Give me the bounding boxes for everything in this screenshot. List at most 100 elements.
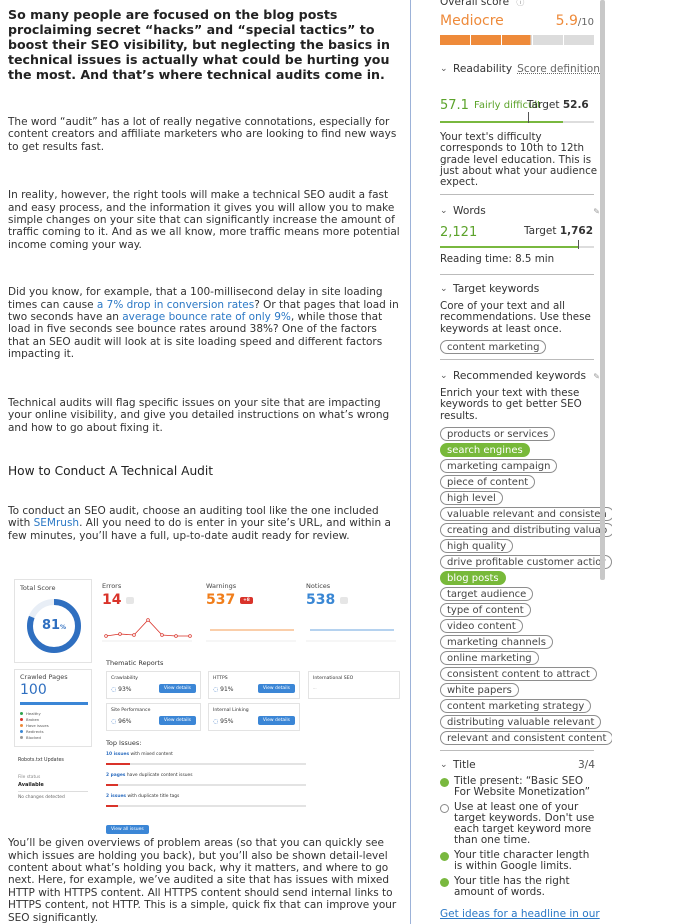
check-icon	[440, 878, 449, 887]
words-bar	[440, 246, 594, 248]
crawled-pages-value: 100	[20, 682, 47, 699]
recommended-keyword-chip[interactable]: high level	[440, 491, 503, 505]
overall-score-bar	[440, 35, 594, 45]
recommended-keywords-header[interactable]: ⌄ Recommended keywords ✎	[440, 370, 600, 382]
article-paragraph: Technical audits will flag specific issu…	[8, 396, 390, 434]
article-paragraph: You’ll be given overviews of problem are…	[8, 837, 397, 924]
view-details-button: View details	[257, 716, 295, 726]
total-score-card: Total Score 81%	[14, 579, 92, 664]
article-paragraph: In reality, however, the right tools wil…	[8, 189, 400, 251]
chevron-down-icon: ⌄	[440, 371, 448, 381]
warnings-trend-chart	[206, 629, 296, 642]
recommended-keyword-chip[interactable]: drive profitable customer actior	[440, 555, 612, 569]
recommended-keyword-chip[interactable]: marketing channels	[440, 635, 553, 649]
warnings-value: 537	[206, 592, 236, 609]
notices-block: Notices 538	[306, 582, 396, 648]
recommended-keyword-chip[interactable]: creating and distributing valuab	[440, 523, 612, 537]
robots-card: Robots.txt Updates File status Available…	[14, 755, 92, 812]
pencil-icon[interactable]: ✎	[593, 207, 600, 216]
title-check-item: Your title character length is within Go…	[440, 850, 600, 872]
column-divider	[410, 0, 411, 924]
readability-bar	[440, 121, 594, 123]
words-value: 2,121	[440, 225, 478, 240]
score-segment	[440, 35, 470, 45]
overall-rating: Mediocre	[440, 13, 504, 29]
chevron-down-icon: ⌄	[440, 64, 448, 74]
target-marker	[528, 112, 529, 123]
site-audit-dashboard-image: Total Score 81% Crawled Pages 100 Health…	[10, 579, 406, 835]
recommended-keyword-chip[interactable]: relevant and consistent content	[440, 731, 612, 745]
recommended-keyword-chip[interactable]: valuable relevant and consisten	[440, 507, 612, 521]
report-card: Internal Linking ◌ 95% View details	[208, 703, 300, 732]
recommended-keyword-chip[interactable]: content marketing strategy	[440, 699, 592, 713]
title-check-item: Use at least one of your target keywords…	[440, 802, 600, 846]
report-card: Site Performance ◌ 96% View details	[106, 703, 201, 732]
recommended-keyword-chip[interactable]: distributing valuable relevant	[440, 715, 602, 729]
score-definition-link[interactable]: Score definition	[517, 63, 600, 75]
title-check-item: Title present: “Basic SEO For Website Mo…	[440, 776, 600, 798]
view-all-issues-button: View all issues	[106, 825, 149, 835]
recommended-keyword-chip[interactable]: marketing campaign	[440, 459, 558, 473]
article-paragraph: To conduct an SEO audit, choose an audit…	[8, 504, 391, 542]
score-segment	[564, 35, 594, 45]
recommended-keywords-list: products or services search engines market…	[440, 426, 612, 746]
recommended-keyword-chip[interactable]: search engines	[440, 443, 530, 457]
check-icon	[440, 778, 449, 787]
recommended-keyword-chip[interactable]: white papers	[440, 683, 519, 697]
total-score-label: Total Score	[20, 584, 56, 593]
notices-value: 538	[306, 592, 336, 609]
unchecked-icon	[440, 804, 449, 813]
semrush-link[interactable]: SEMrush	[34, 517, 79, 529]
target-keywords-header[interactable]: ⌄ Target keywords	[440, 283, 600, 295]
recommended-keyword-chip[interactable]: products or services	[440, 427, 556, 441]
info-icon[interactable]: ⓘ	[516, 0, 524, 7]
report-card: HTTPS ◌ 91% View details	[208, 671, 300, 700]
target-keywords-description: Core of your text and all recommendation…	[440, 300, 591, 335]
view-details-button: View details	[257, 684, 295, 694]
readability-header[interactable]: ⌄ Readability Score definition	[440, 63, 600, 75]
recommended-keyword-chip[interactable]: blog posts	[440, 571, 506, 585]
bounce-rate-link[interactable]: average bounce rate of only 9%	[122, 311, 291, 323]
seo-assistant-panel: Overall score ⓘ Mediocre 5.9/10 ⌄ Readab…	[432, 0, 612, 924]
recommended-keyword-chip[interactable]: target audience	[440, 587, 534, 601]
title-header[interactable]: ⌄ Title 3/4	[440, 759, 595, 771]
recommended-keyword-chip[interactable]: video content	[440, 619, 523, 633]
recommended-keyword-chip[interactable]: high quality	[440, 539, 514, 553]
recommended-keyword-chip[interactable]: consistent content to attract	[440, 667, 597, 681]
view-details-button: View details	[158, 684, 196, 694]
score-segment	[533, 35, 563, 45]
pencil-icon[interactable]: ✎	[593, 372, 600, 381]
target-keyword-chip[interactable]: content marketing	[440, 340, 547, 354]
title-check-count: 3/4	[577, 759, 595, 771]
readability-target: 52.6	[562, 99, 589, 111]
recommended-keyword-chip[interactable]: type of content	[440, 603, 531, 617]
readability-description: Your text's difficulty corresponds to 10…	[440, 131, 598, 189]
report-card: Crawlability ◌ 93% View details	[106, 671, 201, 700]
score-segment	[471, 35, 501, 45]
headline-ideas-link[interactable]: Get ideas for a headline in our	[440, 908, 600, 920]
notices-trend-chart	[306, 629, 396, 642]
legend-item: Blocked	[20, 735, 88, 741]
errors-trend-chart	[102, 618, 192, 642]
title-checklist: Title present: “Basic SEO For Website Mo…	[440, 772, 600, 898]
article-intro: So many people are focused on the blog p…	[8, 7, 390, 82]
reading-time: Reading time: 8.5 min	[440, 253, 555, 265]
thematic-reports-label: Thematic Reports	[106, 659, 164, 668]
check-icon	[440, 852, 449, 861]
total-score-value: 81	[41, 618, 61, 634]
errors-block: Errors 14	[102, 582, 192, 648]
conversion-rate-link[interactable]: a 7% drop in conversion rates	[97, 299, 254, 311]
overall-score-value: 5.9	[555, 13, 578, 29]
words-header[interactable]: ⌄ Words ✎	[440, 205, 600, 217]
panel-scrollbar[interactable]	[600, 0, 605, 580]
top-issues-list: 10 issues with mixed content 2 pages hav…	[106, 752, 306, 835]
article-paragraph: Did you know, for example, that a 100-mi…	[8, 286, 399, 361]
score-segment	[502, 35, 532, 45]
crawled-pages-label: Crawled Pages	[20, 673, 68, 682]
article-paragraph: The word “audit” has a lot of really neg…	[8, 116, 397, 153]
report-card: International SEO …	[308, 671, 400, 700]
section-heading: How to Conduct A Technical Audit	[8, 463, 214, 478]
overall-score-label: Overall score	[440, 0, 510, 8]
recommended-keyword-chip[interactable]: online marketing	[440, 651, 539, 665]
recommended-keyword-chip[interactable]: piece of content	[440, 475, 536, 489]
